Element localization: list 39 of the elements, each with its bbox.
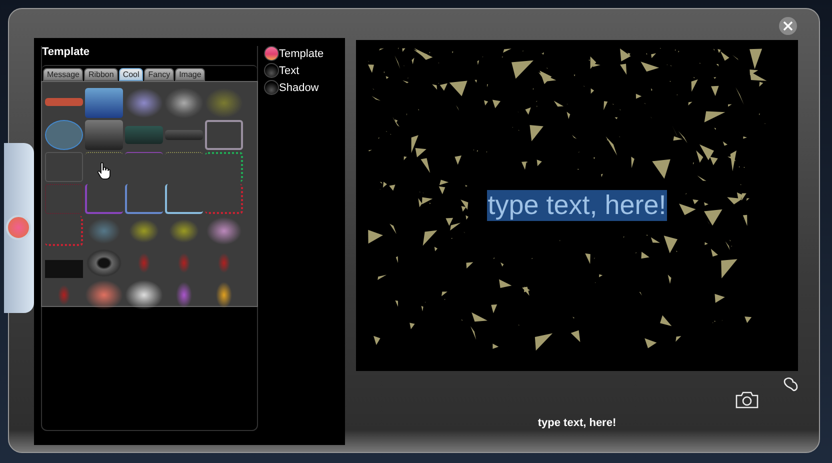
close-icon[interactable]: [783, 21, 793, 31]
layer-option[interactable]: Shadow: [264, 80, 324, 95]
hand-cursor-icon: [97, 162, 111, 180]
template-thumbnail[interactable]: [85, 120, 123, 150]
blob-shape-icon[interactable]: [783, 377, 799, 393]
template-thumbnail[interactable]: [125, 184, 163, 214]
template-tab[interactable]: Cool: [118, 68, 144, 81]
layer-option[interactable]: Text: [264, 63, 324, 78]
radio-orb[interactable]: [264, 80, 279, 95]
template-thumbnail[interactable]: [125, 280, 163, 310]
template-thumbnail[interactable]: [45, 152, 83, 182]
template-thumbnail[interactable]: [165, 184, 203, 214]
template-thumbnail[interactable]: [85, 88, 123, 118]
radio-orb[interactable]: [264, 63, 279, 78]
template-thumbnail[interactable]: [85, 184, 123, 214]
template-tab[interactable]: Ribbon: [84, 68, 118, 81]
knob-icon[interactable]: [6, 215, 31, 240]
template-thumbnail[interactable]: [45, 98, 83, 106]
template-thumbnail[interactable]: [165, 88, 203, 118]
template-tab[interactable]: Image: [175, 68, 206, 81]
template-thumbnail[interactable]: [205, 184, 243, 214]
preview-text[interactable]: type text, here!: [486, 190, 668, 221]
template-thumbnail[interactable]: [45, 216, 83, 246]
template-thumbnail[interactable]: [125, 126, 163, 144]
template-tab[interactable]: Message: [43, 68, 84, 81]
layer-option[interactable]: Template: [264, 46, 324, 61]
template-tab[interactable]: Fancy: [144, 68, 174, 81]
template-thumbnail[interactable]: [205, 152, 243, 182]
template-thumbnail[interactable]: [125, 88, 163, 118]
close-button[interactable]: [779, 17, 797, 35]
template-thumbnail[interactable]: [165, 130, 203, 140]
template-thumbnail[interactable]: [45, 184, 83, 214]
camera-icon[interactable]: [735, 391, 759, 409]
caption-text: type text, here!: [538, 417, 616, 429]
radio-orb[interactable]: [264, 46, 279, 61]
template-thumbnail[interactable]: [45, 120, 83, 150]
template-thumbnail[interactable]: [85, 280, 123, 310]
template-thumbnail[interactable]: [205, 120, 243, 150]
side-slider-handle[interactable]: [4, 143, 34, 313]
